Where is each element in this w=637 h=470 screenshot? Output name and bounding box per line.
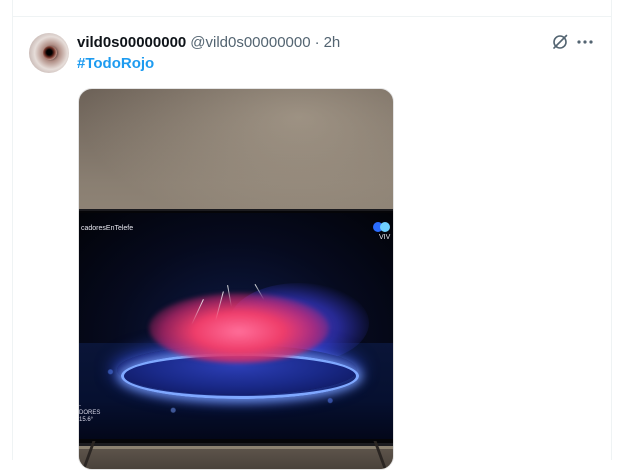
tv-red-smoke xyxy=(149,293,329,363)
timeline: vild0s00000000 @vild0s00000000 · 2h #Tod… xyxy=(12,0,612,470)
previous-tweet-divider xyxy=(13,0,611,17)
tv-live-text: VIV xyxy=(379,234,391,241)
separator: · xyxy=(314,33,320,51)
hashtag-link[interactable]: #TodoRojo xyxy=(77,55,154,72)
user-handle[interactable]: @vild0s00000000 xyxy=(190,34,310,51)
avatar-eye xyxy=(43,46,57,60)
tweet-photo[interactable]: cadoresEnTelefe VIV - DORES 15.6° xyxy=(78,88,394,470)
timestamp[interactable]: 2h xyxy=(324,34,341,51)
tv-channel-text: cadoresEnTelefe xyxy=(81,225,134,232)
grok-icon[interactable] xyxy=(550,32,570,52)
tweet[interactable]: vild0s00000000 @vild0s00000000 · 2h #Tod… xyxy=(13,17,611,470)
tv-channel-logo xyxy=(373,222,393,232)
photo-table xyxy=(79,449,393,469)
avatar[interactable] xyxy=(29,33,69,73)
photo-television: cadoresEnTelefe VIV - DORES 15.6° xyxy=(79,209,393,446)
tv-lower-text: - DORES 15.6° xyxy=(79,403,101,423)
photo-wall xyxy=(79,89,393,229)
tweet-header: vild0s00000000 @vild0s00000000 · 2h xyxy=(77,32,340,52)
more-icon[interactable] xyxy=(575,32,595,52)
tv-screen: cadoresEnTelefe VIV - DORES 15.6° xyxy=(79,213,393,439)
display-name[interactable]: vild0s00000000 xyxy=(77,34,186,51)
